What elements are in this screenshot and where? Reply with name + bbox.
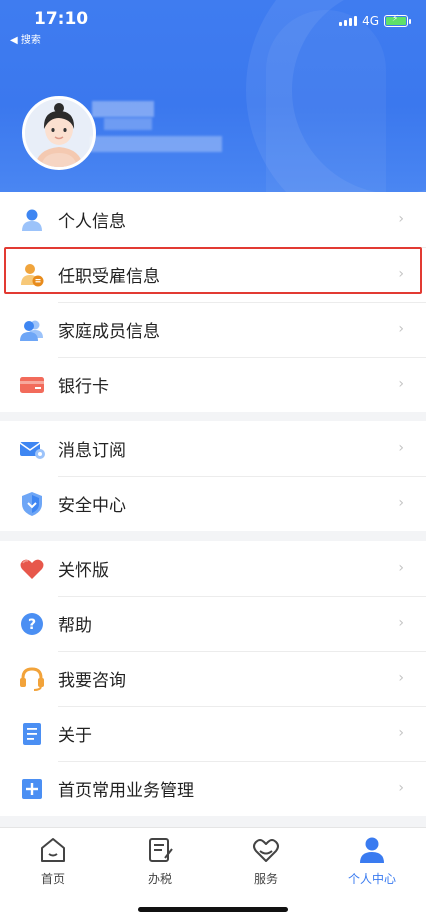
masked-name [92, 101, 154, 117]
back-to-search-link[interactable]: ◀ 搜索 [10, 31, 41, 46]
header-decoration-2 [266, 10, 386, 192]
tab-tax[interactable]: 办税 [120, 836, 200, 887]
menu-item-homepage-business-management[interactable]: 首页常用业务管理 › [0, 761, 426, 816]
menu-label: 家庭成员信息 [58, 322, 160, 342]
menu-label: 我要咨询 [58, 671, 126, 691]
menu-label: 关怀版 [58, 561, 109, 581]
masked-id [90, 136, 222, 152]
menu-label: 任职受雇信息 [58, 267, 160, 287]
menu-item-personal-info[interactable]: 个人信息 › [0, 192, 426, 248]
menu-item-bank-card[interactable]: 银行卡 › [0, 357, 426, 412]
menu-label: 安全中心 [58, 496, 126, 516]
chevron-right-icon: › [398, 439, 404, 456]
menu-item-consult[interactable]: 我要咨询 › [0, 651, 426, 707]
person-center-icon [357, 837, 387, 868]
menu-item-about[interactable]: 关于 › [0, 706, 426, 762]
menu-label: 首页常用业务管理 [58, 781, 194, 801]
tab-home[interactable]: 首页 [13, 836, 93, 887]
mail-settings-icon [18, 435, 46, 463]
tax-form-icon [145, 838, 175, 868]
menu-label: 消息订阅 [58, 441, 126, 461]
chevron-right-icon: › [398, 614, 404, 631]
bank-card-icon [18, 371, 46, 399]
tab-label: 个人中心 [347, 872, 396, 886]
home-indicator [138, 907, 288, 912]
signal-icon [339, 16, 358, 26]
question-icon: ? [18, 610, 46, 638]
menu-item-message-subscription[interactable]: 消息订阅 › [0, 421, 426, 477]
chevron-right-icon: › [398, 724, 404, 741]
chevron-right-icon: › [398, 494, 404, 511]
menu-group-personal: 个人信息 › 任职受雇信息 › 家庭成员信息 › 银行卡 › [0, 192, 426, 412]
person-icon [18, 206, 46, 234]
profile-header: 17:10 ◀ 搜索 4G [0, 0, 426, 192]
chevron-right-icon: › [398, 375, 404, 392]
menu-label: 银行卡 [58, 377, 109, 397]
tab-label: 首页 [40, 872, 65, 886]
family-members-icon [18, 316, 46, 344]
employment-person-icon [18, 261, 46, 289]
chevron-right-icon: › [398, 779, 404, 796]
plus-square-icon [18, 775, 46, 803]
status-indicators: 4G [339, 14, 411, 28]
menu-item-employment-info[interactable]: 任职受雇信息 › [0, 247, 426, 303]
menu-item-security-center[interactable]: 安全中心 › [0, 476, 426, 531]
chevron-right-icon: › [398, 559, 404, 576]
menu-item-family-members[interactable]: 家庭成员信息 › [0, 302, 426, 358]
menu-item-help[interactable]: ? 帮助 › [0, 596, 426, 652]
tab-personal-center[interactable]: 个人中心 [332, 836, 412, 887]
headset-icon [18, 665, 46, 693]
menu-label: 个人信息 [58, 212, 126, 232]
menu-label: 帮助 [58, 616, 92, 636]
chevron-right-icon: › [398, 210, 404, 227]
document-icon [18, 720, 46, 748]
network-type: 4G [362, 14, 379, 28]
chevron-right-icon: › [398, 320, 404, 337]
menu-label: 关于 [58, 726, 92, 746]
avatar[interactable] [22, 96, 96, 170]
menu-group-settings: 消息订阅 › 安全中心 › [0, 421, 426, 531]
tab-service[interactable]: 服务 [226, 836, 306, 887]
menu-group-help: 关怀版 › ? 帮助 › 我要咨询 › 关于 › 首页常用业务管理 › [0, 541, 426, 816]
chevron-right-icon: › [398, 265, 404, 282]
svg-text:?: ? [28, 617, 36, 633]
home-icon [38, 838, 68, 868]
heart-hands-icon [250, 839, 282, 868]
status-time: 17:10 [34, 9, 89, 29]
masked-name-2 [104, 118, 152, 130]
menu-item-care-version[interactable]: 关怀版 › [0, 541, 426, 597]
tab-label: 办税 [147, 872, 172, 886]
heart-icon [18, 555, 46, 583]
tab-label: 服务 [253, 872, 278, 886]
battery-charging-icon [384, 14, 411, 27]
chevron-right-icon: › [398, 669, 404, 686]
shield-icon [18, 490, 46, 518]
